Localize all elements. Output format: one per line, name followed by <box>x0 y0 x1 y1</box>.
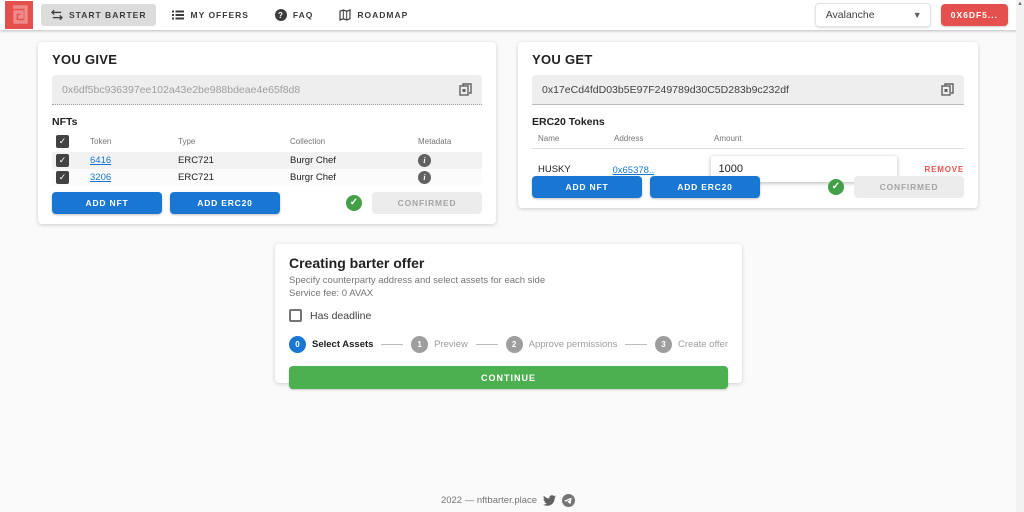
network-select-value: Avalanche <box>826 9 875 21</box>
erc20-tokens-label: ERC20 Tokens <box>532 116 964 128</box>
you-give-actions: ADD NFT ADD ERC20 ✓ CONFIRMED <box>52 192 482 214</box>
chevron-down-icon: ▼ <box>913 10 922 20</box>
swap-icon <box>51 9 63 21</box>
step-label: Approve permissions <box>529 339 618 350</box>
select-all-checkbox[interactable]: ✓ <box>56 135 69 148</box>
step-connector <box>625 344 647 345</box>
nav-start-barter-label: START BARTER <box>69 10 146 20</box>
nft-col-type: Type <box>178 131 290 152</box>
offer-subtitle: Specify counterparty address and select … <box>289 275 728 286</box>
metadata-info-icon[interactable]: i <box>418 171 431 184</box>
nft-row-checkbox[interactable]: ✓ <box>56 171 69 184</box>
nft-collection: Burgr Chef <box>290 152 418 169</box>
nft-col-metadata: Metadata <box>418 131 482 152</box>
nav-my-offers[interactable]: MY OFFERS <box>162 4 258 26</box>
copyright-text: 2022 — nftbarter.place <box>441 495 537 506</box>
nav-roadmap[interactable]: ROADMAP <box>329 4 418 26</box>
nfts-label: NFTs <box>52 116 482 128</box>
erc20-col-name: Name <box>532 134 614 143</box>
table-row: ✓ 6416 ERC721 Burgr Chef i <box>52 152 482 169</box>
nft-token-link[interactable]: 6416 <box>90 155 111 166</box>
copy-icon[interactable] <box>459 83 472 96</box>
step-label: Preview <box>434 339 468 350</box>
remove-token-button[interactable]: REMOVE <box>925 165 964 174</box>
you-get-title: YOU GET <box>532 52 964 67</box>
metadata-info-icon[interactable]: i <box>418 154 431 167</box>
offer-title: Creating barter offer <box>289 255 728 271</box>
nft-row-checkbox[interactable]: ✓ <box>56 154 69 167</box>
offer-stepper: 0 Select Assets 1 Preview 2 Approve perm… <box>289 336 728 353</box>
nft-col-token: Token <box>90 131 178 152</box>
you-give-panel: YOU GIVE NFTs ✓ Token Type Collection Me… <box>38 42 496 224</box>
step-label: Create offer <box>678 339 728 350</box>
erc20-col-address: Address <box>614 134 714 143</box>
nft-table: ✓ Token Type Collection Metadata ✓ 6416 … <box>52 131 482 186</box>
erc20-col-amount: Amount <box>714 134 914 143</box>
continue-button[interactable]: CONTINUE <box>289 366 728 389</box>
topbar-right: Avalanche ▼ 0X6DF5... <box>815 3 1024 27</box>
step-select-assets: 0 Select Assets <box>289 336 373 353</box>
step-approve-permissions: 2 Approve permissions <box>506 336 618 353</box>
nft-table-header-row: ✓ Token Type Collection Metadata <box>52 131 482 152</box>
erc20-table-header: Name Address Amount <box>532 134 964 149</box>
page-footer: 2022 — nftbarter.place <box>0 494 1016 507</box>
confirmed-check-icon: ✓ <box>346 195 362 211</box>
you-get-address-box <box>532 75 964 105</box>
top-bar: START BARTER MY OFFERS ? FAQ ROADMAP Ava… <box>0 0 1024 30</box>
add-nft-button[interactable]: ADD NFT <box>532 176 642 198</box>
step-connector <box>476 344 498 345</box>
step-number: 3 <box>655 336 672 353</box>
you-give-address-box <box>52 75 482 105</box>
list-icon <box>172 9 184 21</box>
nav-start-barter[interactable]: START BARTER <box>41 4 156 26</box>
you-get-panel: YOU GET ERC20 Tokens Name Address Amount… <box>518 42 978 208</box>
step-connector <box>381 344 403 345</box>
nav-faq-label: FAQ <box>293 10 313 20</box>
nft-token-link[interactable]: 3206 <box>90 172 111 183</box>
app-logo-icon[interactable] <box>5 1 33 29</box>
help-icon: ? <box>275 9 287 21</box>
nav-roadmap-label: ROADMAP <box>357 10 408 20</box>
erc20-name: HUSKY <box>532 164 612 175</box>
step-preview: 1 Preview <box>411 336 468 353</box>
has-deadline-checkbox[interactable] <box>289 309 302 322</box>
you-get-address-input[interactable] <box>542 84 941 96</box>
add-erc20-button[interactable]: ADD ERC20 <box>650 176 760 198</box>
step-label: Select Assets <box>312 339 373 350</box>
confirmed-check-icon: ✓ <box>828 179 844 195</box>
nav-my-offers-label: MY OFFERS <box>190 10 248 20</box>
service-fee-text: Service fee: 0 AVAX <box>289 288 728 299</box>
telegram-icon[interactable] <box>562 494 575 507</box>
you-give-address-input[interactable] <box>62 84 459 96</box>
confirmed-button[interactable]: CONFIRMED <box>854 176 964 198</box>
step-number: 1 <box>411 336 428 353</box>
map-icon <box>339 9 351 21</box>
twitter-icon[interactable] <box>543 494 556 507</box>
nft-type: ERC721 <box>178 152 290 169</box>
network-select[interactable]: Avalanche ▼ <box>815 3 931 27</box>
table-row: ✓ 3206 ERC721 Burgr Chef i <box>52 169 482 186</box>
step-create-offer: 3 Create offer <box>655 336 728 353</box>
has-deadline-control[interactable]: Has deadline <box>289 309 728 322</box>
add-erc20-button[interactable]: ADD ERC20 <box>170 192 280 214</box>
you-give-title: YOU GIVE <box>52 52 482 67</box>
erc20-address-link[interactable]: 0x65378.. <box>612 165 654 176</box>
create-offer-panel: Creating barter offer Specify counterpar… <box>275 244 742 383</box>
confirmed-button[interactable]: CONFIRMED <box>372 192 482 214</box>
add-nft-button[interactable]: ADD NFT <box>52 192 162 214</box>
wallet-address-button[interactable]: 0X6DF5... <box>941 4 1008 26</box>
nft-col-collection: Collection <box>290 131 418 152</box>
nft-type: ERC721 <box>178 169 290 186</box>
step-number: 0 <box>289 336 306 353</box>
has-deadline-label: Has deadline <box>310 310 371 322</box>
step-number: 2 <box>506 336 523 353</box>
nft-collection: Burgr Chef <box>290 169 418 186</box>
page-scrollbar[interactable]: ▲ <box>1016 0 1024 512</box>
you-get-actions: ADD NFT ADD ERC20 ✓ CONFIRMED <box>532 176 964 198</box>
nav-faq[interactable]: ? FAQ <box>265 4 323 26</box>
main-nav: START BARTER MY OFFERS ? FAQ ROADMAP <box>41 4 418 26</box>
copy-icon[interactable] <box>941 83 954 96</box>
